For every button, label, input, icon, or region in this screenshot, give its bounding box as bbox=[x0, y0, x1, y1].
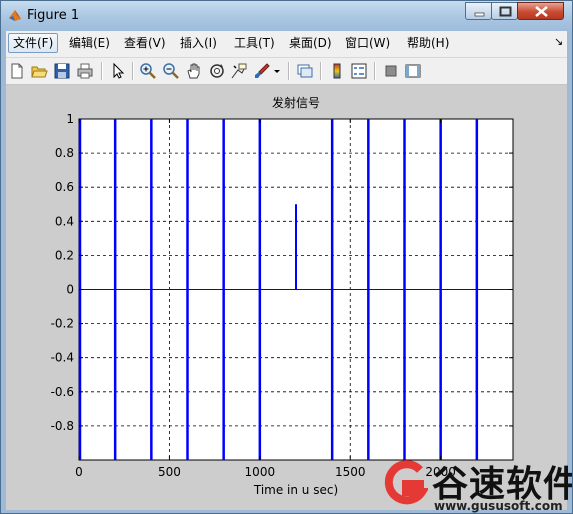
hide-plot-tools-icon[interactable] bbox=[382, 62, 400, 80]
toolbar-separator bbox=[101, 62, 103, 80]
open-file-icon[interactable] bbox=[30, 62, 48, 80]
y-tick-label: -0.2 bbox=[51, 317, 74, 331]
zoom-out-icon[interactable] bbox=[162, 62, 180, 80]
colorbar-icon[interactable] bbox=[328, 62, 346, 80]
brush-icon[interactable] bbox=[253, 62, 271, 80]
brush-dropdown-icon[interactable] bbox=[272, 62, 282, 80]
save-icon[interactable] bbox=[53, 62, 71, 80]
window-title: Figure 1 bbox=[27, 8, 80, 23]
pointer-icon[interactable] bbox=[109, 62, 127, 80]
menu-desktop[interactable]: 桌面(D) bbox=[285, 34, 336, 52]
minimize-button[interactable] bbox=[465, 2, 492, 20]
rotate-3d-icon[interactable] bbox=[208, 62, 226, 80]
show-plot-tools-icon[interactable] bbox=[404, 62, 422, 80]
y-tick-label: 0.6 bbox=[55, 180, 74, 194]
menu-tools[interactable]: 工具(T) bbox=[230, 34, 279, 52]
figure-toolbar bbox=[6, 58, 567, 85]
x-tick-label: 1500 bbox=[335, 465, 366, 479]
menu-window[interactable]: 窗口(W) bbox=[341, 34, 394, 52]
watermark-url: www.gususoft.com bbox=[434, 499, 563, 513]
print-icon[interactable] bbox=[76, 62, 94, 80]
y-tick-label: 0.4 bbox=[55, 214, 74, 228]
y-tick-label: 0.8 bbox=[55, 146, 74, 160]
watermark: 谷速软件 www.gususoft.com bbox=[374, 403, 572, 513]
watermark-logo-icon bbox=[384, 460, 428, 505]
zoom-in-icon[interactable] bbox=[139, 62, 157, 80]
y-tick-label: 0 bbox=[66, 283, 74, 297]
y-tick-label: -0.8 bbox=[51, 419, 74, 433]
toolbar-separator bbox=[132, 62, 134, 80]
menu-bar: 文件(F) 编辑(E) 查看(V) 插入(I) 工具(T) 桌面(D) 窗口(W… bbox=[6, 31, 567, 58]
menu-overflow-icon[interactable]: ↘ bbox=[554, 35, 563, 48]
y-tick-label: -0.6 bbox=[51, 385, 74, 399]
y-tick-label: -0.4 bbox=[51, 351, 74, 365]
menu-edit[interactable]: 编辑(E) bbox=[65, 34, 114, 52]
legend-icon[interactable] bbox=[350, 62, 368, 80]
menu-help[interactable]: 帮助(H) bbox=[403, 34, 453, 52]
title-bar[interactable]: Figure 1 bbox=[1, 1, 572, 31]
menu-file[interactable]: 文件(F) bbox=[8, 33, 59, 53]
link-plot-icon[interactable] bbox=[296, 62, 314, 80]
close-button[interactable] bbox=[517, 2, 564, 20]
y-tick-label: 0.2 bbox=[55, 248, 74, 262]
menu-view[interactable]: 查看(V) bbox=[120, 34, 170, 52]
pan-hand-icon[interactable] bbox=[185, 62, 203, 80]
figure-window: Figure 1 文件(F) 编辑(E) 查看(V) 插入(I) 工具(T) 桌… bbox=[0, 0, 573, 514]
new-figure-icon[interactable] bbox=[8, 62, 26, 80]
menu-insert[interactable]: 插入(I) bbox=[176, 34, 221, 52]
x-tick-label: 500 bbox=[158, 465, 181, 479]
chart-title: 发射信号 bbox=[272, 95, 320, 110]
matlab-icon bbox=[9, 10, 21, 21]
x-tick-label: 1000 bbox=[245, 465, 276, 479]
x-tick-label: 0 bbox=[75, 465, 83, 479]
toolbar-separator bbox=[320, 62, 322, 80]
toolbar-separator bbox=[288, 62, 290, 80]
y-tick-label: 1 bbox=[66, 112, 74, 126]
data-cursor-icon[interactable] bbox=[230, 62, 248, 80]
toolbar-separator bbox=[374, 62, 376, 80]
maximize-button[interactable] bbox=[491, 2, 518, 20]
x-axis-label: Time in u sec) bbox=[253, 483, 338, 497]
